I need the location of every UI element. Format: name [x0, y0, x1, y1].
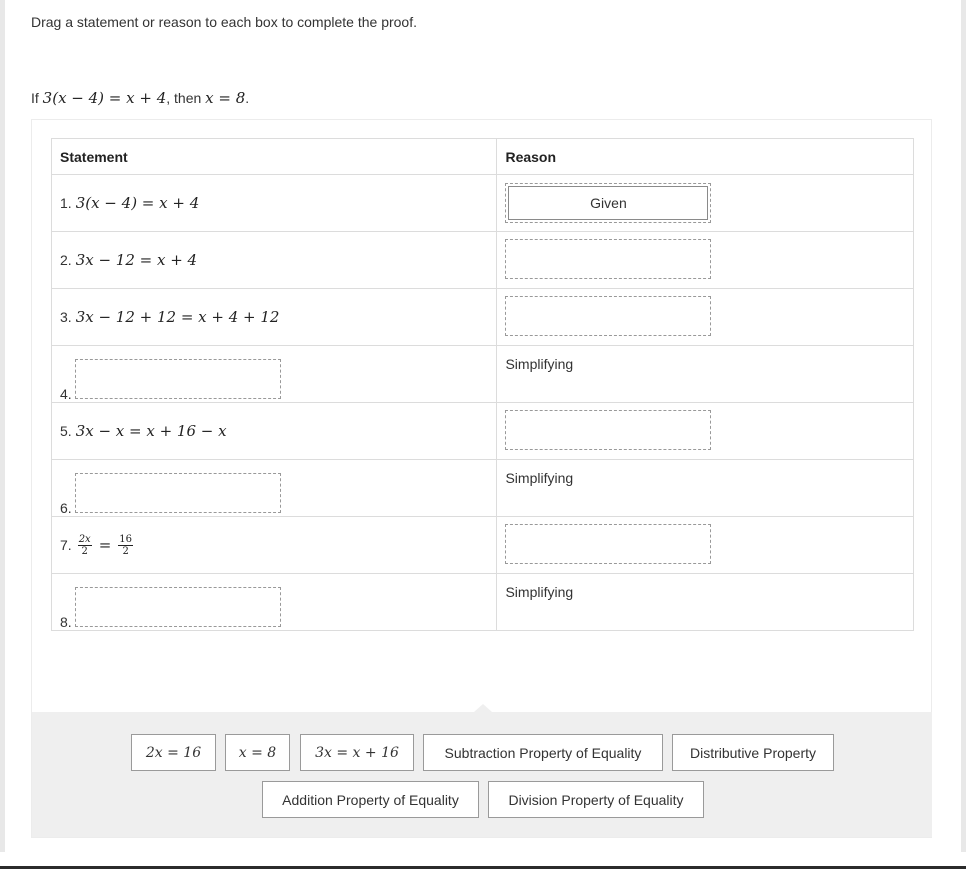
table-row: 2. 3x − 12 = x + 4 [50, 231, 914, 289]
statement-equation: 3x − 12 = x + 4 [75, 251, 198, 269]
statement-cell: 2. 3x − 12 = x + 4 [50, 231, 498, 289]
draggable-tile-subtraction-property[interactable]: Subtraction Property of Equality [423, 734, 663, 771]
statement-cell: 1. 3(x − 4) = x + 4 [50, 174, 498, 232]
statement-cell: 6. [50, 459, 498, 517]
statement-drop-zone[interactable] [74, 586, 281, 627]
draggable-tile-division-property[interactable]: Division Property of Equality [488, 781, 704, 818]
problem-middle: , then [166, 90, 202, 106]
statement-equation: 3x − 12 + 12 = x + 4 + 12 [75, 308, 280, 326]
placed-reason-tile[interactable]: Given [508, 186, 709, 220]
draggable-tile-2x-equals-16[interactable]: 2x = 16 [131, 734, 216, 771]
reason-cell: Given [496, 174, 914, 232]
reason-cell: Simplifying [496, 345, 914, 403]
table-row: 7. 2x 2 = 16 2 [50, 516, 914, 574]
step-number: 5. [60, 423, 72, 439]
answer-bank: 2x = 16 x = 8 3x = x + 16 Subtraction Pr… [32, 704, 932, 837]
statement-column-header: Statement [50, 138, 498, 175]
problem-statement: If 3(x − 4) = x + 4, then x = 8. [31, 89, 249, 107]
draggable-tile-distributive-property[interactable]: Distributive Property [672, 734, 834, 771]
fraction-numerator: 2x [77, 533, 92, 546]
table-row: 8. Simplifying [50, 573, 914, 631]
step-number: 6. [60, 499, 72, 516]
problem-given-equation: 3(x − 4) = x + 4 [42, 89, 167, 107]
statement-equation: 3x − x = x + 16 − x [75, 422, 227, 440]
step-number: 3. [60, 309, 72, 325]
table-row: 3. 3x − 12 + 12 = x + 4 + 12 [50, 288, 914, 346]
step-number: 1. [60, 195, 72, 211]
reason-drop-zone[interactable] [505, 409, 712, 450]
reason-cell: Simplifying [496, 459, 914, 517]
table-row: 5. 3x − x = x + 16 − x [50, 402, 914, 460]
reason-drop-zone[interactable] [505, 238, 712, 279]
statement-drop-zone[interactable] [74, 358, 281, 399]
statement-drop-zone[interactable] [74, 472, 281, 513]
reason-drop-zone[interactable] [505, 523, 712, 564]
window-frame-right [961, 0, 966, 852]
reason-cell [496, 288, 914, 346]
bank-pointer-arrow [474, 704, 492, 712]
step-number: 4. [60, 385, 72, 402]
reason-text: Simplifying [505, 356, 574, 372]
fraction-denominator: 2 [81, 545, 88, 557]
statement-cell: 8. [50, 573, 498, 631]
reason-drop-zone-filled[interactable]: Given [505, 183, 712, 223]
step-number: 2. [60, 252, 72, 268]
reason-cell [496, 516, 914, 574]
reason-cell: Simplifying [496, 573, 914, 631]
reason-drop-zone[interactable] [505, 295, 712, 336]
step-number: 7. [60, 537, 72, 553]
reason-text: Simplifying [505, 470, 574, 486]
statement-cell: 5. 3x − x = x + 16 − x [50, 402, 498, 460]
reason-cell [496, 402, 914, 460]
reason-text: Simplifying [505, 584, 574, 600]
problem-suffix: . [245, 90, 250, 106]
table-row: 6. Simplifying [50, 459, 914, 517]
problem-prefix: If [31, 90, 39, 106]
draggable-tile-addition-property[interactable]: Addition Property of Equality [262, 781, 479, 818]
draggable-tile-3x-equals-x-plus-16[interactable]: 3x = x + 16 [300, 734, 414, 771]
statement-cell: 3. 3x − 12 + 12 = x + 4 + 12 [50, 288, 498, 346]
reason-column-header: Reason [496, 138, 914, 175]
draggable-tile-x-equals-8[interactable]: x = 8 [225, 734, 290, 771]
reason-cell [496, 231, 914, 289]
table-row: 1. 3(x − 4) = x + 4 Given [50, 174, 914, 232]
instructions-text: Drag a statement or reason to each box t… [31, 14, 417, 30]
fraction-numerator: 16 [118, 533, 134, 546]
equals-sign: = [98, 536, 112, 554]
step-number: 8. [60, 613, 72, 630]
table-header-row: Statement Reason [50, 138, 914, 175]
statement-cell: 4. [50, 345, 498, 403]
statement-cell: 7. 2x 2 = 16 2 [50, 516, 498, 574]
problem-conclusion-equation: x = 8 [205, 89, 246, 107]
fraction-denominator: 2 [122, 545, 129, 557]
proof-table: Statement Reason 1. 3(x − 4) = x + 4 Giv… [50, 138, 914, 631]
window-frame-left [0, 0, 5, 852]
fraction-equation: 2x 2 = 16 2 [76, 534, 135, 557]
table-row: 4. Simplifying [50, 345, 914, 403]
statement-equation: 3(x − 4) = x + 4 [75, 194, 200, 212]
